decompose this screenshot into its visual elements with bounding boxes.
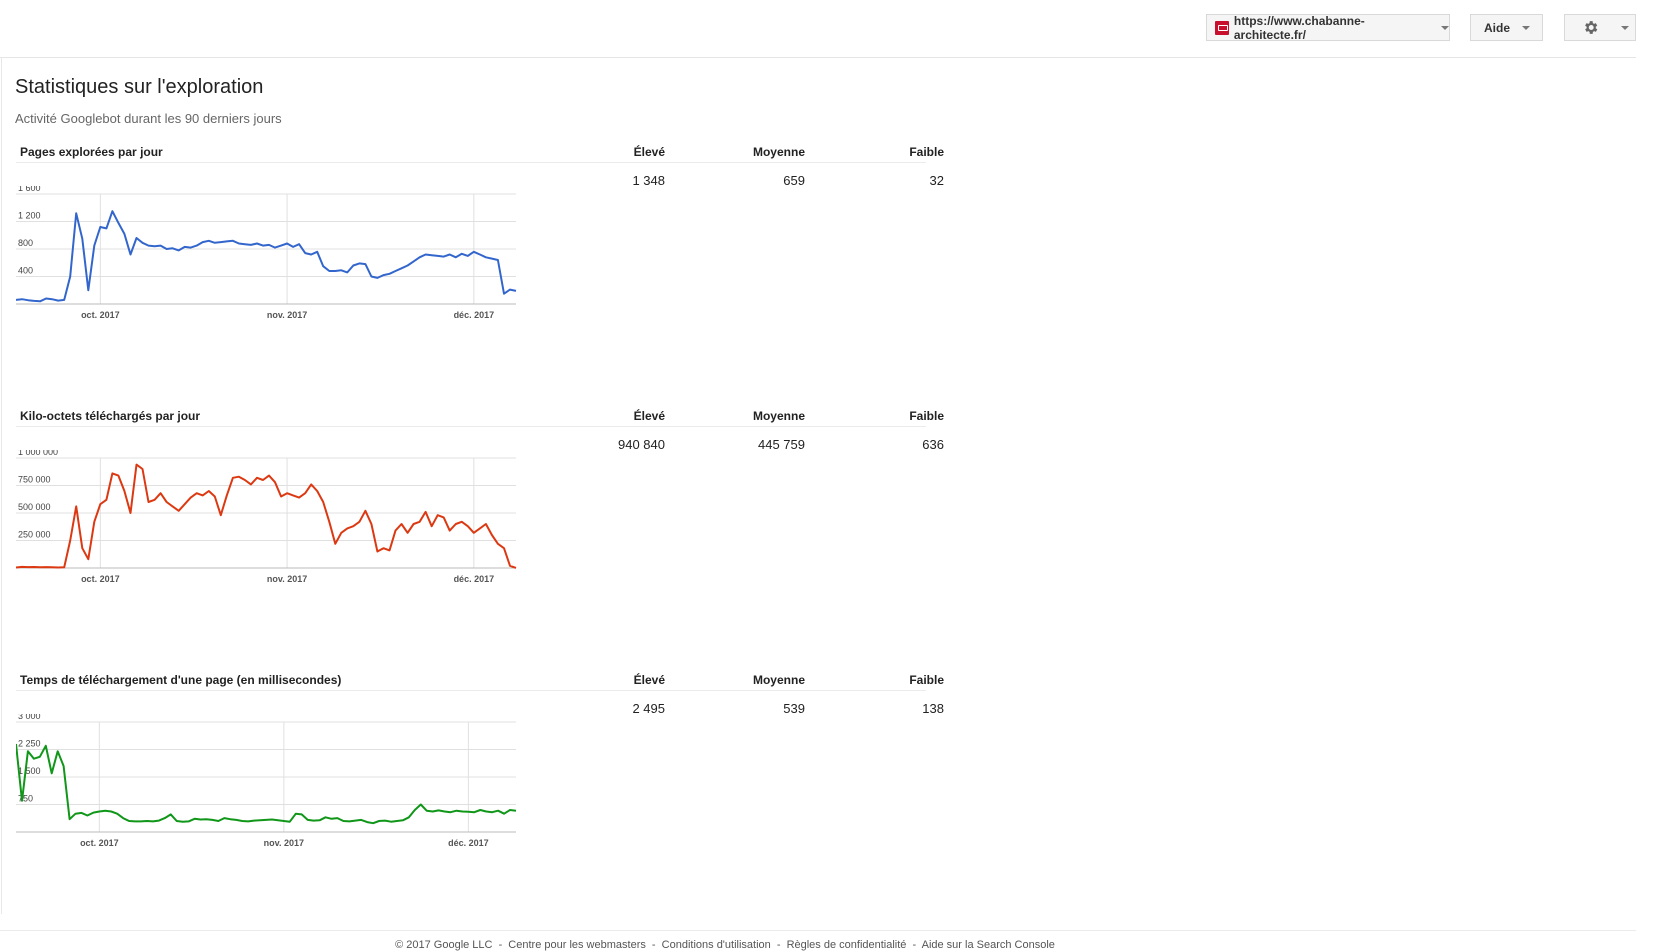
download-time-section: Temps de téléchargement d'une page (en m…: [16, 670, 944, 880]
footer-separator: -: [651, 939, 656, 951]
value-average: 445 759: [758, 437, 805, 452]
y-tick-label: 400: [18, 266, 33, 276]
col-low-header: Faible: [909, 145, 944, 159]
x-tick-label: déc. 2017: [448, 838, 489, 848]
copyright: © 2017 Google LLC: [395, 939, 493, 951]
footer-separator: -: [498, 939, 503, 951]
settings-button[interactable]: [1564, 14, 1636, 41]
y-tick-label: 1 500: [18, 766, 41, 776]
footer-link-terms[interactable]: Conditions d'utilisation: [662, 939, 771, 951]
site-selector[interactable]: https://www.chabanne-architecte.fr/: [1206, 13, 1450, 42]
page-subtitle: Activité Googlebot durant les 90 dernier…: [15, 111, 282, 126]
site-favicon-icon: [1215, 20, 1229, 35]
value-high: 2 495: [632, 701, 665, 716]
section-header: Kilo-octets téléchargés par jour Élevé M…: [16, 406, 944, 427]
gear-icon: [1585, 21, 1598, 34]
series-line: [16, 210, 517, 303]
x-tick-label: nov. 2017: [267, 310, 307, 320]
y-tick-label: 750 000: [18, 475, 51, 485]
col-high-header: Élevé: [633, 409, 665, 423]
chevron-down-icon: [1441, 25, 1449, 30]
kilobytes-chart: 250 000 500 000 750 000 1 000 000 oct. 2017 n…: [16, 450, 517, 584]
series-line: [16, 463, 517, 569]
metric-title: Temps de téléchargement d'une page (en m…: [20, 673, 342, 687]
col-high-header: Élevé: [633, 673, 665, 687]
footer: © 2017 Google LLC - Centre pour les webm…: [0, 939, 1450, 951]
x-tick-label: déc. 2017: [454, 310, 495, 320]
value-low: 32: [929, 173, 944, 188]
col-low-header: Faible: [909, 409, 944, 423]
footer-separator: -: [912, 939, 917, 951]
y-tick-label: 800: [18, 238, 33, 248]
chevron-down-icon: [1621, 25, 1629, 30]
footer-link-help[interactable]: Aide sur la Search Console: [922, 939, 1055, 951]
y-tick-label: 2 250: [18, 739, 41, 749]
y-tick-label: 1 200: [18, 211, 41, 221]
y-tick-label: 250 000: [18, 530, 51, 540]
left-divider: [1, 57, 2, 914]
value-high: 940 840: [618, 437, 665, 452]
y-tick-label: 500 000: [18, 502, 51, 512]
help-label: Aide: [1484, 20, 1511, 35]
metric-title: Kilo-octets téléchargés par jour: [20, 409, 201, 423]
col-high-header: Élevé: [633, 145, 665, 159]
top-bar: https://www.chabanne-architecte.fr/ Aide: [0, 0, 1636, 58]
pages-crawled-chart: 400 800 1 200 1 600 oct. 2017 nov. 2017 déc. 2…: [16, 186, 517, 320]
value-average: 659: [783, 173, 805, 188]
footer-divider: [0, 930, 1636, 931]
col-average-header: Moyenne: [752, 409, 805, 423]
section-header: Pages explorées par jour Élevé Moyenne F…: [16, 142, 944, 163]
page-title: Statistiques sur l'exploration: [15, 76, 264, 98]
series-line: [16, 743, 517, 825]
download-time-chart: 750 1 500 2 250 3 000 oct. 2017 nov. 2017 déc.…: [16, 714, 517, 848]
x-tick-label: oct. 2017: [81, 574, 120, 584]
footer-link-privacy[interactable]: Règles de confidentialité: [787, 939, 907, 951]
footer-separator: -: [776, 939, 781, 951]
site-url: https://www.chabanne-architecte.fr/: [1233, 13, 1365, 42]
chevron-down-icon: [1522, 25, 1530, 30]
x-tick-label: nov. 2017: [264, 838, 304, 848]
footer-link-webmasters[interactable]: Centre pour les webmasters: [508, 939, 646, 951]
value-low: 138: [922, 701, 944, 716]
x-tick-label: oct. 2017: [80, 838, 119, 848]
y-tick-label: 1 600: [18, 186, 41, 193]
x-tick-label: déc. 2017: [454, 574, 495, 584]
crawl-pages-section: Pages explorées par jour Élevé Moyenne F…: [16, 142, 944, 352]
y-tick-label: 3 000: [18, 714, 41, 721]
x-tick-label: oct. 2017: [81, 310, 120, 320]
kilobytes-section: Kilo-octets téléchargés par jour Élevé M…: [16, 406, 944, 616]
x-tick-label: nov. 2017: [267, 574, 307, 584]
col-average-header: Moyenne: [752, 145, 805, 159]
y-tick-label: 750: [18, 794, 33, 804]
help-button[interactable]: Aide: [1470, 14, 1543, 41]
value-high: 1 348: [632, 173, 665, 188]
value-low: 636: [922, 437, 944, 452]
metric-title: Pages explorées par jour: [20, 145, 163, 159]
section-header: Temps de téléchargement d'une page (en m…: [16, 670, 944, 691]
y-tick-label: 1 000 000: [18, 450, 58, 457]
col-average-header: Moyenne: [752, 673, 805, 687]
value-average: 539: [783, 701, 805, 716]
col-low-header: Faible: [909, 673, 944, 687]
